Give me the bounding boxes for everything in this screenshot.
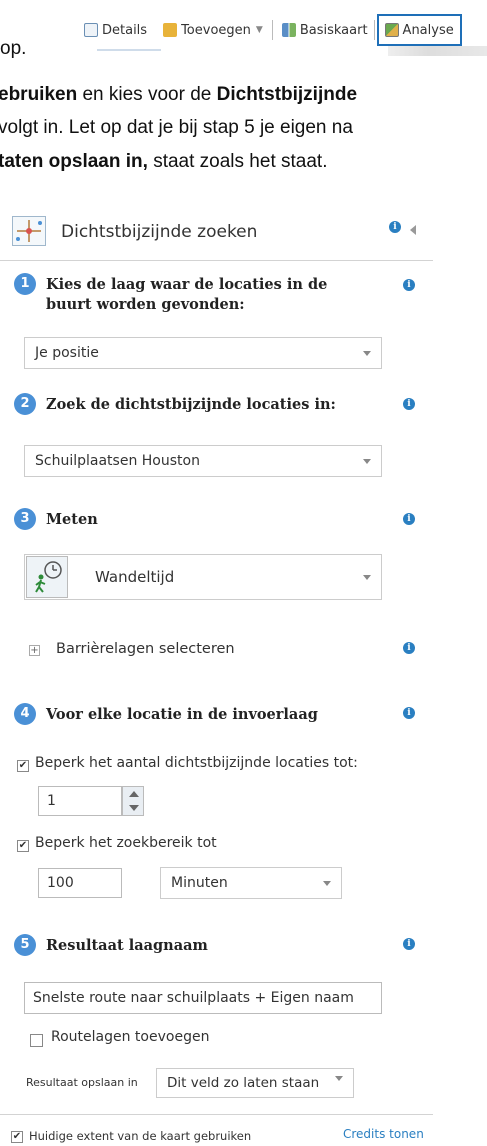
barriers-label[interactable]: Barrièrelagen selecteren [56, 641, 235, 657]
analysis-icon [384, 23, 399, 37]
result-name-input[interactable]: Snelste route naar schuilplaats + Eigen … [24, 982, 382, 1014]
collapse-panel-icon[interactable] [410, 225, 416, 235]
near-layer-select[interactable]: Schuilplaatsen Houston [24, 445, 382, 477]
instruction-text: volgt in. Let op dat je bij stap 5 je ei… [0, 117, 353, 138]
add-button[interactable]: Toevoegen ▼ [159, 15, 267, 45]
chevron-down-icon [363, 575, 371, 580]
measure-select[interactable]: Wandeltijd [24, 554, 382, 600]
map-toolbar: Details Toevoegen ▼ Basiskaart Analyse [80, 10, 462, 50]
route-layers-checkbox[interactable] [30, 1034, 43, 1047]
stepper-down-icon[interactable] [129, 805, 139, 811]
save-in-label: Resultaat opslaan in [26, 1076, 138, 1089]
details-button[interactable]: Details [80, 15, 151, 45]
analysis-button[interactable]: Analyse [376, 14, 462, 46]
instruction-text: en kies voor de [77, 84, 217, 105]
panel-title: Dichtstbijzijnde zoeken [61, 222, 258, 242]
chevron-down-icon: ▼ [255, 25, 263, 35]
step-5-badge: 5 [14, 934, 36, 956]
stepper-up-icon[interactable] [129, 791, 139, 797]
route-layers-label: Routelagen toevoegen [51, 1029, 210, 1045]
use-extent-label: Huidige extent van de kaart gebruiken [29, 1129, 252, 1143]
step-2-label: Zoek de dichtstbijzijnde locaties in: [46, 396, 336, 413]
limit-count-checkbox[interactable]: ✔ [17, 760, 29, 772]
instruction-line-2: ebruiken en kies voor de Dichtstbijzijnd… [0, 84, 357, 106]
walking-time-icon [26, 556, 68, 598]
instruction-bold: Dichtstbijzijnde [216, 84, 358, 105]
near-layer-value: Schuilplaatsen Houston [35, 453, 200, 469]
basemap-grid-icon [281, 23, 296, 37]
nearest-tool-icon [12, 216, 46, 246]
basemap-label: Basiskaart [299, 22, 368, 38]
save-in-value: Dit veld zo laten staan [167, 1075, 320, 1091]
toolbar-divider [271, 20, 273, 40]
step-4-label: Voor elke locatie in de invoerlaag [46, 706, 318, 723]
info-icon[interactable]: i [389, 221, 401, 233]
add-label: Toevoegen [181, 22, 251, 38]
instruction-text: staat zoals het staat. [147, 151, 328, 172]
limit-range-input[interactable]: 100 [38, 868, 122, 898]
limit-range-value: 100 [47, 875, 74, 891]
step-3-label: Meten [46, 511, 98, 528]
instruction-fragment: op. [0, 38, 27, 59]
instruction-line-3: volgt in. Let op dat je bij stap 5 je ei… [0, 117, 353, 139]
toolbar-divider [373, 20, 375, 40]
range-unit-value: Minuten [171, 875, 228, 891]
limit-count-value: 1 [47, 793, 56, 809]
input-layer-select[interactable]: Je positie [24, 337, 382, 369]
input-layer-value: Je positie [35, 345, 99, 361]
step-2-badge: 2 [14, 393, 36, 415]
info-icon[interactable]: i [403, 398, 415, 410]
limit-range-label: Beperk het zoekbereik tot [35, 835, 217, 851]
limit-count-input[interactable]: 1 [38, 786, 122, 816]
basemap-button[interactable]: Basiskaart [278, 15, 372, 45]
step-4-badge: 4 [14, 703, 36, 725]
step-1-badge: 1 [14, 273, 36, 295]
info-icon[interactable]: i [403, 642, 415, 654]
step-1-label: Kies de laag waar de locaties in de buur… [46, 276, 328, 313]
credits-link[interactable]: Credits tonen [343, 1127, 424, 1141]
map-edge [388, 46, 487, 56]
analysis-label: Analyse [402, 22, 454, 38]
measure-value: Wandeltijd [95, 568, 175, 586]
chevron-down-icon [363, 459, 371, 464]
details-label: Details [102, 22, 148, 38]
header-divider [0, 260, 433, 261]
info-icon[interactable]: i [403, 938, 415, 950]
step-5-label: Resultaat laagnaam [46, 937, 208, 954]
instruction-line-1: op. [0, 38, 26, 60]
use-extent-checkbox[interactable]: ✔ [11, 1131, 23, 1143]
info-icon[interactable]: i [403, 279, 415, 291]
expand-plus-icon[interactable]: + [29, 645, 40, 656]
info-icon[interactable]: i [403, 707, 415, 719]
details-tab-indicator [97, 49, 161, 51]
footer-divider [0, 1114, 433, 1115]
add-icon [163, 23, 178, 37]
instruction-bold: taten opslaan in, [0, 151, 148, 172]
limit-range-checkbox[interactable]: ✔ [17, 840, 29, 852]
chevron-down-icon [335, 1076, 343, 1081]
instruction-bold: ebruiken [0, 84, 78, 105]
chevron-down-icon [323, 881, 331, 886]
count-stepper[interactable] [122, 786, 144, 816]
instruction-line-4: taten opslaan in, staat zoals het staat. [0, 151, 327, 173]
limit-count-label: Beperk het aantal dichtstbijzijnde locat… [35, 755, 358, 771]
result-name-value: Snelste route naar schuilplaats + Eigen … [33, 990, 354, 1006]
range-unit-select[interactable]: Minuten [160, 867, 342, 899]
save-in-select[interactable]: Dit veld zo laten staan [156, 1068, 354, 1098]
step-3-badge: 3 [14, 508, 36, 530]
info-icon[interactable]: i [403, 513, 415, 525]
chevron-down-icon [363, 351, 371, 356]
details-icon [84, 23, 98, 37]
